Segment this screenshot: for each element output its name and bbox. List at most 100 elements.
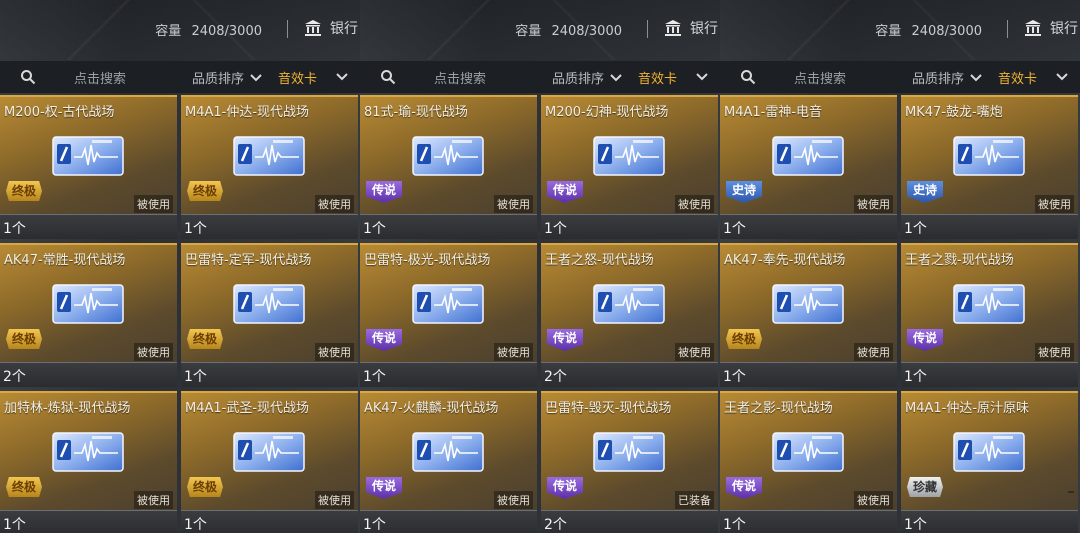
inventory-panel: 容量 2408/3000 银行 — [360, 0, 720, 533]
item-card[interactable]: 巴雷特-极光-现代战场 传说 被使用 1个 — [360, 243, 537, 387]
category-label: 音效卡 — [998, 72, 1038, 87]
item-count: 1个 — [184, 517, 207, 533]
chevron-down-icon — [610, 73, 622, 81]
bank-icon — [1025, 20, 1041, 36]
sort-dropdown[interactable]: 品质排序 — [912, 68, 982, 87]
item-card[interactable]: M4A1-仲达-原汁原味 珍藏 1个 — [901, 391, 1078, 533]
sort-label: 品质排序 — [552, 72, 605, 87]
category-dropdown[interactable]: 音效卡 — [638, 68, 677, 87]
category-dropdown[interactable]: 音效卡 — [278, 68, 317, 87]
item-card[interactable]: 王者之戮-现代战场 传说 被使用 1个 — [901, 243, 1078, 387]
capacity-label: 容量 — [515, 24, 542, 39]
count-bar: 1个 — [901, 362, 1078, 387]
chevron-down-icon[interactable] — [1056, 73, 1068, 81]
status-label: 被使用 — [675, 343, 714, 361]
search-input[interactable]: 点击搜索 — [720, 61, 906, 93]
item-card[interactable]: M4A1-仲达-现代战场 终极 被使用 1个 — [181, 95, 358, 239]
bank-button[interactable]: 银行 — [1024, 18, 1078, 38]
sound-card-icon — [953, 432, 1025, 472]
item-count: 1个 — [723, 221, 746, 237]
item-title: 王者之怒-现代战场 — [545, 253, 654, 268]
filter-bar: 点击搜索 品质排序 音效卡 — [0, 61, 360, 93]
rarity-badge: 传说 — [366, 477, 402, 499]
bank-button[interactable]: 银行 — [664, 18, 718, 38]
item-card[interactable]: AK47-奉先-现代战场 终极 被使用 1个 — [720, 243, 897, 387]
sort-dropdown[interactable]: 品质排序 — [192, 68, 262, 87]
item-card[interactable]: M200-幻神-现代战场 传说 被使用 1个 — [541, 95, 718, 239]
sound-card-icon — [412, 284, 484, 324]
sound-card-icon — [233, 136, 305, 176]
chevron-down-icon — [250, 73, 262, 81]
count-bar: 1个 — [360, 510, 537, 533]
item-title: AK47-常胜-现代战场 — [4, 253, 126, 268]
item-card[interactable]: MK47-鼓龙-嘴炮 史诗 被使用 1个 — [901, 95, 1078, 239]
status-label: 被使用 — [675, 195, 714, 213]
item-card[interactable]: M200-权-古代战场 终极 被使用 1个 — [0, 95, 177, 239]
item-title: 王者之影-现代战场 — [724, 401, 833, 416]
capacity-value: 2408/3000 — [191, 24, 262, 39]
sound-card-icon — [953, 136, 1025, 176]
status-label: 被使用 — [315, 195, 354, 213]
bank-icon — [665, 20, 681, 36]
item-count: 1个 — [904, 517, 927, 533]
item-card[interactable]: 加特林-炼狱-现代战场 终极 被使用 1个 — [0, 391, 177, 533]
item-card[interactable]: AK47-火麒麟-现代战场 传说 被使用 1个 — [360, 391, 537, 533]
capacity-value: 2408/3000 — [551, 24, 622, 39]
item-card[interactable]: M4A1-雷神-电音 史诗 被使用 1个 — [720, 95, 897, 239]
item-title: M4A1-仲达-原汁原味 — [905, 401, 1030, 416]
count-bar: 1个 — [181, 362, 358, 387]
rarity-badge: 传说 — [547, 329, 583, 351]
item-title: AK47-火麒麟-现代战场 — [364, 401, 499, 416]
item-card[interactable]: 巴雷特-毁灭-现代战场 传说 已装备 2个 — [541, 391, 718, 533]
item-card[interactable]: 王者之影-现代战场 传说 被使用 1个 — [720, 391, 897, 533]
rarity-badge: 终极 — [726, 329, 762, 349]
sound-card-icon — [52, 432, 124, 472]
item-card[interactable]: M4A1-武圣-现代战场 终极 被使用 1个 — [181, 391, 358, 533]
rarity-badge: 传说 — [547, 181, 583, 203]
status-label: 被使用 — [134, 491, 173, 509]
item-count: 1个 — [3, 221, 26, 237]
inventory-panel: 容量 2408/3000 银行 — [0, 0, 360, 533]
item-title: MK47-鼓龙-嘴炮 — [905, 105, 1003, 120]
rarity-badge: 传说 — [907, 329, 943, 351]
item-title: 加特林-炼狱-现代战场 — [4, 401, 131, 416]
category-label: 音效卡 — [278, 72, 318, 87]
bank-button[interactable]: 银行 — [304, 18, 358, 38]
rarity-badge: 史诗 — [907, 181, 943, 203]
item-title: M200-权-古代战场 — [4, 105, 115, 120]
sound-card-icon — [772, 284, 844, 324]
capacity-display: 容量 2408/3000 — [155, 20, 262, 39]
category-label: 音效卡 — [638, 72, 678, 87]
item-title: 巴雷特-毁灭-现代战场 — [545, 401, 672, 416]
count-bar: 1个 — [541, 214, 718, 239]
status-label: 被使用 — [494, 343, 533, 361]
sound-card-icon — [593, 136, 665, 176]
bank-label: 银行 — [1050, 21, 1078, 37]
item-title: M4A1-雷神-电音 — [724, 105, 823, 120]
item-card[interactable]: 81式-瑜-现代战场 传说 被使用 1个 — [360, 95, 537, 239]
category-dropdown[interactable]: 音效卡 — [998, 68, 1037, 87]
search-input[interactable]: 点击搜索 — [0, 61, 186, 93]
item-card[interactable]: AK47-常胜-现代战场 终极 被使用 2个 — [0, 243, 177, 387]
rarity-badge: 史诗 — [726, 181, 762, 203]
search-input[interactable]: 点击搜索 — [360, 61, 546, 93]
sort-dropdown[interactable]: 品质排序 — [552, 68, 622, 87]
item-grid: 81式-瑜-现代战场 传说 被使用 1个 M200-幻神-现代战场 传说 被使用… — [360, 95, 720, 533]
sound-card-icon — [593, 432, 665, 472]
item-grid: M200-权-古代战场 终极 被使用 1个 M4A1-仲达-现代战场 终极 被使… — [0, 95, 360, 533]
status-label: 被使用 — [854, 491, 893, 509]
chevron-down-icon[interactable] — [336, 73, 348, 81]
item-count: 1个 — [544, 221, 567, 237]
rarity-badge: 终极 — [6, 181, 42, 201]
count-bar: 2个 — [0, 362, 177, 387]
top-bar: 容量 2408/3000 银行 — [360, 0, 720, 60]
status-label — [1068, 491, 1074, 493]
item-count: 1个 — [184, 369, 207, 385]
rarity-badge: 终极 — [187, 477, 223, 497]
item-card[interactable]: 王者之怒-现代战场 传说 被使用 2个 — [541, 243, 718, 387]
status-label: 被使用 — [315, 343, 354, 361]
sound-card-icon — [412, 136, 484, 176]
rarity-badge: 传说 — [726, 477, 762, 499]
item-card[interactable]: 巴雷特-定军-现代战场 终极 被使用 1个 — [181, 243, 358, 387]
chevron-down-icon[interactable] — [696, 73, 708, 81]
